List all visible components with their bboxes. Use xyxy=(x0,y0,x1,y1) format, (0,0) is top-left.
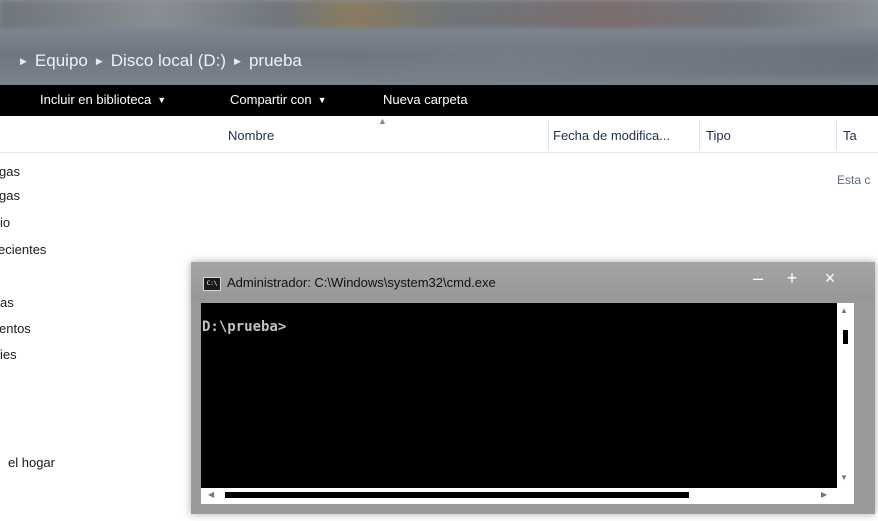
address-bar[interactable]: ▶ Equipo ▶ Disco local (D:) ▶ prueba xyxy=(0,0,878,85)
nav-item[interactable]: gas xyxy=(0,164,20,179)
horizontal-scrollbar[interactable]: ◀ ▶ xyxy=(201,488,837,504)
address-bar-blur xyxy=(350,46,878,76)
vertical-scroll-thumb[interactable] xyxy=(843,330,848,344)
empty-folder-message: Esta c xyxy=(837,173,871,187)
chevron-down-icon: ▼ xyxy=(317,94,327,105)
column-size[interactable]: Ta xyxy=(843,128,857,143)
cmd-window[interactable]: C:\ Administrador: C:\Windows\system32\c… xyxy=(191,262,875,514)
console-area[interactable]: D:\prueba> xyxy=(201,303,837,488)
sort-ascending-icon: ▲ xyxy=(378,116,387,126)
cmd-icon-label: C:\ xyxy=(206,280,218,287)
column-divider[interactable] xyxy=(699,120,700,150)
nav-item[interactable]: as xyxy=(0,295,14,310)
include-in-library-button[interactable]: Incluir en biblioteca ▼ xyxy=(40,92,166,107)
new-folder-label: Nueva carpeta xyxy=(383,92,468,107)
chevron-right-icon: ▶ xyxy=(234,55,241,66)
maximize-button[interactable]: + xyxy=(780,268,804,289)
nav-item[interactable]: ecientes xyxy=(0,242,46,257)
column-divider[interactable] xyxy=(836,120,837,150)
chevron-down-icon: ▼ xyxy=(157,94,167,105)
chevron-right-icon: ▶ xyxy=(20,55,27,66)
minimize-button[interactable]: – xyxy=(746,268,770,289)
column-type[interactable]: Tipo xyxy=(706,128,731,143)
vertical-scrollbar[interactable]: ▲ ▼ xyxy=(837,303,854,488)
scroll-down-icon[interactable]: ▼ xyxy=(840,473,848,482)
nav-item[interactable]: entos xyxy=(0,321,31,336)
scroll-left-icon[interactable]: ◀ xyxy=(208,490,214,499)
nav-item[interactable]: gas xyxy=(0,188,20,203)
blurred-window-title xyxy=(0,0,878,28)
breadcrumb: ▶ Equipo ▶ Disco local (D:) ▶ prueba xyxy=(20,49,302,73)
scrollbar-corner xyxy=(837,488,854,504)
include-in-library-label: Incluir en biblioteca xyxy=(40,92,152,107)
breadcrumb-item-equipo[interactable]: Equipo xyxy=(35,51,88,71)
close-button[interactable]: × xyxy=(818,268,842,289)
column-name[interactable]: Nombre xyxy=(228,128,274,143)
nav-item[interactable]: io xyxy=(0,215,10,230)
new-folder-button[interactable]: Nueva carpeta xyxy=(383,92,468,107)
cmd-title-bar[interactable]: C:\ Administrador: C:\Windows\system32\c… xyxy=(191,262,875,300)
column-date-modified[interactable]: Fecha de modifica... xyxy=(553,128,670,143)
breadcrumb-item-disk[interactable]: Disco local (D:) xyxy=(111,51,226,71)
cmd-window-title: Administrador: C:\Windows\system32\cmd.e… xyxy=(227,275,496,290)
breadcrumb-item-folder[interactable]: prueba xyxy=(249,51,302,71)
horizontal-scroll-thumb[interactable] xyxy=(225,492,689,498)
chevron-right-icon: ▶ xyxy=(95,55,103,66)
scroll-up-icon[interactable]: ▲ xyxy=(840,306,848,315)
scroll-right-icon[interactable]: ▶ xyxy=(821,490,827,499)
column-divider[interactable] xyxy=(548,120,549,150)
share-with-label: Compartir con xyxy=(230,92,312,107)
cmd-app-icon: C:\ xyxy=(203,277,221,291)
column-header: ▲ Nombre Fecha de modifica... Tipo Ta xyxy=(0,116,878,153)
share-with-button[interactable]: Compartir con ▼ xyxy=(230,92,327,107)
command-bar: Incluir en biblioteca ▼ Compartir con ▼ … xyxy=(0,85,878,116)
nav-item[interactable]: ies xyxy=(0,347,17,362)
command-prompt: D:\prueba> xyxy=(202,319,287,335)
nav-item[interactable]: el hogar xyxy=(8,455,55,470)
